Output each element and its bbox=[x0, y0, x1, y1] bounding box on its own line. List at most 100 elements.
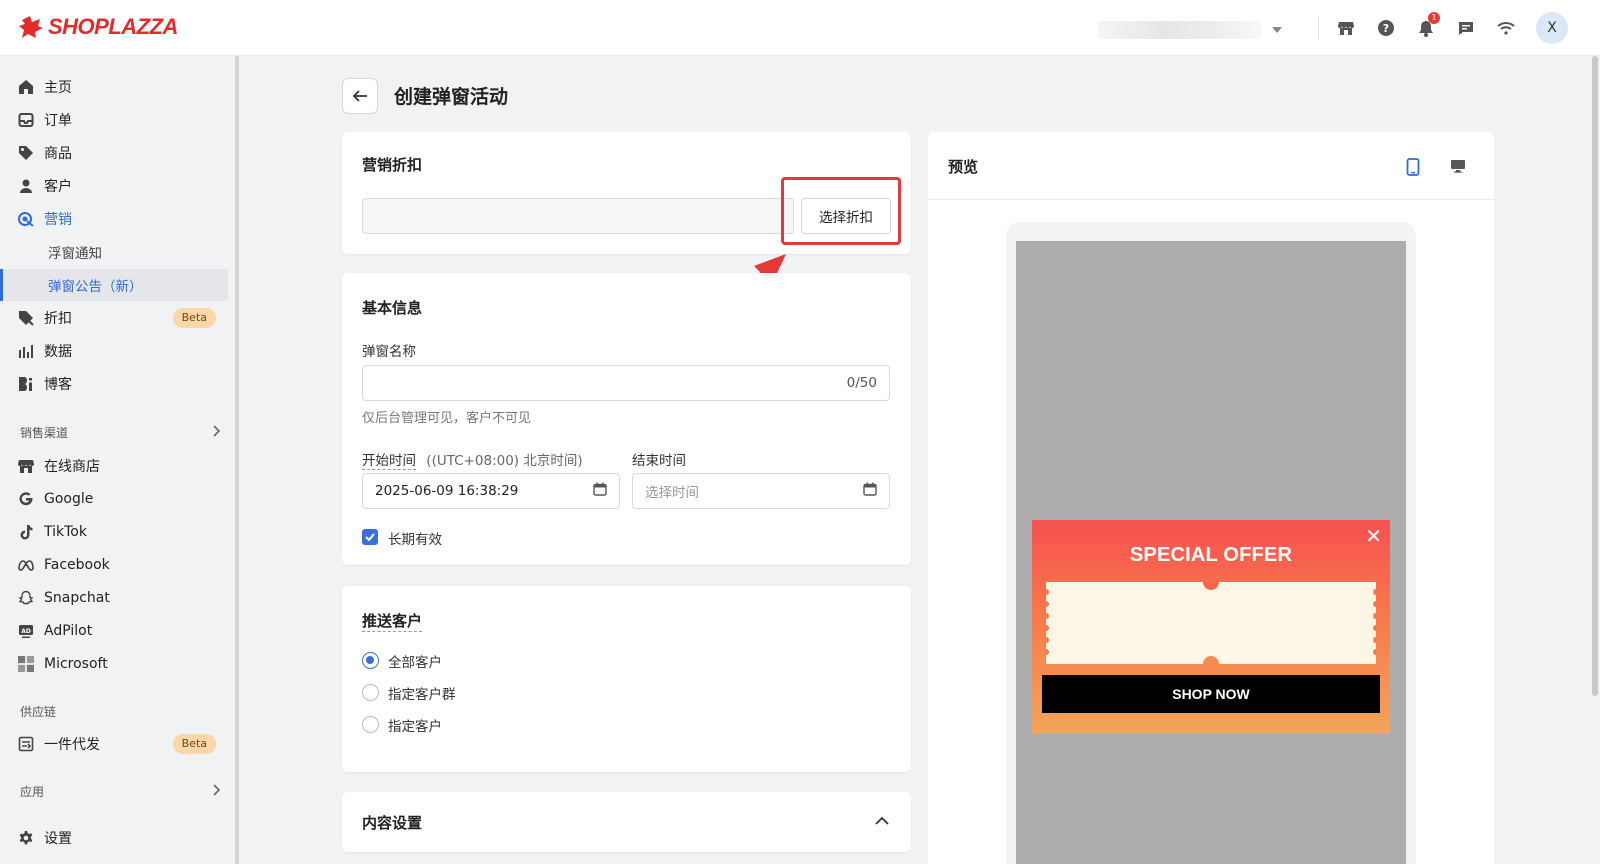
target-icon bbox=[18, 211, 34, 227]
store-name-blurred bbox=[1098, 21, 1262, 39]
home-icon bbox=[18, 79, 34, 95]
apps-header[interactable]: 应用 bbox=[20, 783, 221, 800]
sidebar-item-google[interactable]: Google bbox=[0, 483, 228, 515]
sidebar-item-label: 主页 bbox=[44, 80, 72, 96]
sidebar-item-label: 数据 bbox=[44, 344, 72, 360]
store-selector[interactable] bbox=[1098, 20, 1296, 40]
chevron-up-icon[interactable] bbox=[875, 814, 889, 830]
section-label: 应用 bbox=[20, 785, 45, 799]
supply-chain-header: 供应链 bbox=[20, 703, 220, 720]
google-icon bbox=[18, 491, 34, 507]
sidebar-item-label: TikTok bbox=[44, 524, 87, 540]
basic-info-card: 基本信息 弹窗名称 0/50 仅后台管理可见，客户不可见 开始时间 ((UTC+… bbox=[342, 273, 911, 565]
mobile-view-icon[interactable] bbox=[1406, 158, 1420, 180]
sidebar-item-settings[interactable]: 设置 bbox=[0, 822, 228, 854]
calendar-icon bbox=[863, 482, 877, 500]
sidebar-subitem-popup-announcement[interactable]: 弹窗公告（新） bbox=[0, 269, 228, 301]
sales-channels-header[interactable]: 销售渠道 bbox=[20, 424, 221, 441]
end-time-placeholder: 选择时间 bbox=[645, 485, 699, 501]
content-settings-card[interactable]: 内容设置 bbox=[342, 792, 911, 852]
sidebar-item-label: 商品 bbox=[44, 146, 72, 162]
shop-now-button[interactable]: SHOP NOW bbox=[1042, 675, 1380, 713]
discount-display-field bbox=[362, 198, 794, 234]
sidebar-item-products[interactable]: 商品 bbox=[0, 137, 228, 169]
wifi-icon[interactable] bbox=[1494, 16, 1518, 40]
microsoft-icon bbox=[18, 656, 34, 672]
sidebar-item-label: Microsoft bbox=[44, 656, 108, 672]
radio-customer-group[interactable] bbox=[362, 684, 379, 701]
long-term-label: 长期有效 bbox=[388, 532, 442, 548]
sidebar-item-tiktok[interactable]: TikTok bbox=[0, 516, 228, 548]
close-icon[interactable]: ✕ bbox=[1365, 526, 1382, 546]
sidebar-item-orders[interactable]: 订单 bbox=[0, 104, 228, 136]
sidebar-item-dropshipping[interactable]: 一件代发 Beta bbox=[0, 728, 228, 760]
sidebar-item-label: Facebook bbox=[44, 557, 110, 573]
sidebar-item-label: Snapchat bbox=[44, 590, 110, 606]
timezone-text: ((UTC+08:00) 北京时间) bbox=[426, 453, 583, 469]
start-time-picker[interactable]: 2025-06-09 16:38:29 bbox=[362, 473, 620, 509]
sidebar-item-home[interactable]: 主页 bbox=[0, 71, 228, 103]
card-title: 内容设置 bbox=[362, 814, 423, 832]
gear-icon bbox=[18, 830, 34, 846]
sidebar-item-label: 设置 bbox=[44, 831, 72, 847]
sidebar-item-discounts[interactable]: 折扣 Beta bbox=[0, 302, 228, 334]
popup-preview: SPECIAL OFFER ✕ SHOP NOW bbox=[1032, 520, 1390, 734]
sidebar-item-online-store[interactable]: 在线商店 bbox=[0, 450, 228, 482]
popup-name-input[interactable]: 0/50 bbox=[362, 365, 890, 401]
user-icon bbox=[18, 178, 34, 194]
inbox-icon bbox=[18, 112, 34, 128]
sidebar-item-label: 博客 bbox=[44, 377, 72, 393]
calendar-icon bbox=[593, 482, 607, 500]
logo-mark-icon bbox=[19, 16, 43, 38]
desktop-view-icon[interactable] bbox=[1450, 159, 1466, 177]
logo-text: SHOPLAZZA bbox=[48, 14, 178, 39]
svg-text:AD: AD bbox=[21, 628, 31, 635]
shoplazza-logo[interactable]: SHOPLAZZA bbox=[18, 14, 178, 40]
page-scrollbar[interactable] bbox=[1592, 56, 1598, 696]
sidebar-item-label: 营销 bbox=[44, 212, 72, 228]
sidebar-item-label: AdPilot bbox=[44, 623, 93, 639]
radio-all-customers[interactable] bbox=[362, 652, 379, 669]
sidebar-item-label: Google bbox=[44, 491, 94, 507]
radio-label: 全部客户 bbox=[388, 655, 442, 671]
popup-name-label: 弹窗名称 bbox=[362, 344, 416, 360]
end-time-label: 结束时间 bbox=[632, 453, 686, 469]
card-title: 基本信息 bbox=[362, 299, 423, 317]
sidebar-item-facebook[interactable]: Facebook bbox=[0, 549, 228, 581]
annotation-highlight-box bbox=[781, 177, 901, 245]
sidebar-item-microsoft[interactable]: Microsoft bbox=[0, 648, 228, 680]
radio-specific-customers[interactable] bbox=[362, 716, 379, 733]
char-counter: 0/50 bbox=[846, 375, 877, 391]
storefront-icon[interactable] bbox=[1334, 16, 1358, 40]
chat-icon[interactable] bbox=[1454, 16, 1478, 40]
top-bar: SHOPLAZZA ? 1 X bbox=[0, 0, 1600, 56]
sidebar-item-blog[interactable]: 博客 bbox=[0, 368, 228, 400]
sidebar-item-label: 一件代发 bbox=[44, 737, 100, 753]
sidebar-item-customers[interactable]: 客户 bbox=[0, 170, 228, 202]
sidebar-subitem-floating-notice[interactable]: 浮窗通知 bbox=[0, 236, 228, 268]
start-time-value: 2025-06-09 16:38:29 bbox=[375, 483, 519, 499]
sidebar-item-snapchat[interactable]: Snapchat bbox=[0, 582, 228, 614]
start-time-label: 开始时间 ((UTC+08:00) 北京时间) bbox=[362, 449, 583, 470]
end-time-picker[interactable]: 选择时间 bbox=[632, 473, 890, 509]
push-customers-card: 推送客户 全部客户 指定客户群 指定客户 bbox=[342, 586, 911, 772]
long-term-checkbox[interactable] bbox=[362, 529, 378, 545]
arrow-left-icon bbox=[352, 90, 367, 102]
section-label: 销售渠道 bbox=[20, 426, 69, 440]
sidebar-item-analytics[interactable]: 数据 bbox=[0, 335, 228, 367]
help-icon[interactable]: ? bbox=[1374, 16, 1398, 40]
sidebar-item-marketing[interactable]: 营销 bbox=[0, 203, 228, 235]
sidebar-item-label: 在线商店 bbox=[44, 459, 100, 475]
ad-icon: AD bbox=[18, 623, 34, 639]
chevron-right-icon bbox=[212, 784, 221, 799]
sidebar-item-adpilot[interactable]: AD AdPilot bbox=[0, 615, 228, 647]
coupon-ticket bbox=[1046, 582, 1376, 664]
avatar[interactable]: X bbox=[1536, 12, 1568, 44]
notification-badge: 1 bbox=[1428, 12, 1440, 24]
sidebar-scrollbar[interactable] bbox=[235, 56, 239, 864]
snapchat-icon bbox=[18, 590, 34, 606]
bar-chart-icon bbox=[18, 343, 34, 359]
bell-icon[interactable]: 1 bbox=[1414, 12, 1440, 40]
svg-text:?: ? bbox=[1383, 22, 1389, 35]
back-button[interactable] bbox=[342, 78, 378, 114]
